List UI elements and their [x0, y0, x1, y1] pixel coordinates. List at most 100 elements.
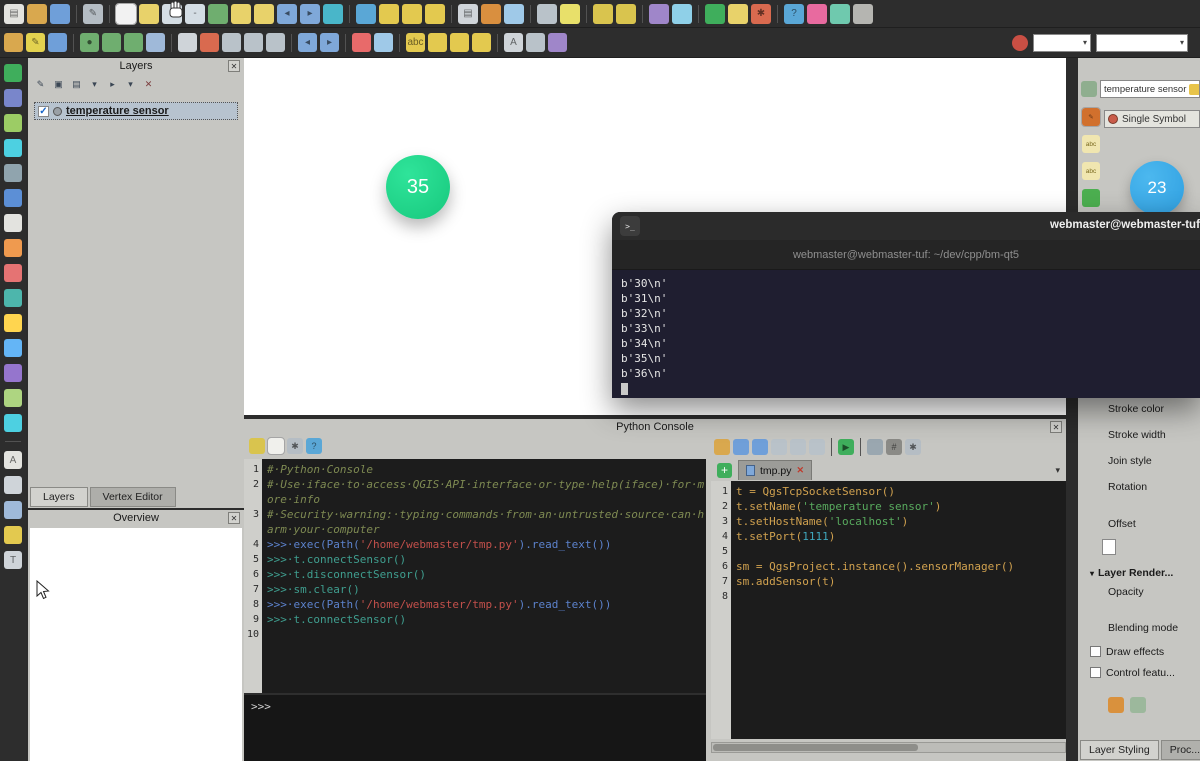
project-new-icon[interactable]: ▤ [4, 4, 24, 24]
units-combo[interactable]: ▾ [1096, 34, 1188, 52]
field-calculator-icon[interactable] [481, 4, 501, 24]
tab-layers[interactable]: Layers [30, 487, 88, 507]
help-contents-icon[interactable]: ? [784, 4, 804, 24]
project-open-icon[interactable] [27, 4, 47, 24]
zoom-full-icon[interactable] [208, 4, 228, 24]
rotate-label-icon[interactable] [450, 33, 469, 52]
python-console-close-button[interactable]: ✕ [1050, 421, 1062, 433]
remove-layer-icon[interactable]: ✕ [142, 78, 155, 91]
zoom-last-icon[interactable]: ◂ [277, 4, 297, 24]
digitize-point-icon[interactable]: ● [80, 33, 99, 52]
undo-icon[interactable]: ◂ [298, 33, 317, 52]
overview-map[interactable] [30, 528, 242, 761]
editor-tab-tmp-py[interactable]: tmp.py ✕ [738, 460, 812, 480]
copy-features-icon[interactable] [244, 33, 263, 52]
form-annotation-icon[interactable]: T [4, 551, 22, 569]
identify-features-icon[interactable] [356, 4, 376, 24]
open-script-icon[interactable] [714, 439, 730, 455]
filter-legend-icon[interactable]: ▾ [88, 78, 101, 91]
polygon-annotation-icon[interactable] [4, 501, 22, 519]
toggle-editing-icon[interactable]: ✎ [26, 33, 45, 52]
manage-map-themes-icon[interactable]: ▤ [70, 78, 83, 91]
plugins-icon[interactable] [830, 4, 850, 24]
redo-icon[interactable]: ▸ [320, 33, 339, 52]
labels-icon[interactable]: abc [1082, 135, 1100, 153]
paste-features-icon[interactable] [266, 33, 285, 52]
add-spatialite-layer-icon[interactable] [4, 214, 22, 232]
symbology-icon[interactable]: ✎ [1082, 108, 1100, 126]
offset-input[interactable] [1102, 539, 1116, 555]
terminal-titlebar[interactable]: >_ webmaster@webmaster-tuf [612, 212, 1200, 240]
measure-line-icon[interactable] [537, 4, 557, 24]
tab-proc[interactable]: Proc... [1161, 740, 1200, 760]
settings-icon[interactable] [853, 4, 873, 24]
show-bookmarks-icon[interactable] [616, 4, 636, 24]
tab-vertex-editor[interactable]: Vertex Editor [90, 487, 176, 507]
layer-visibility-checkbox[interactable]: ✓ [38, 106, 49, 117]
editor-code[interactable]: 1t = QgsTcpSocketSensor()2t.setName('tem… [711, 481, 1066, 739]
add-group-icon[interactable]: ▣ [52, 78, 65, 91]
checkbox-control-featu[interactable]: Control featu... [1078, 662, 1200, 683]
zoom-out-icon[interactable]: - [185, 4, 205, 24]
project-save-icon[interactable] [50, 4, 70, 24]
layer-rendering-header[interactable]: ▾ Layer Render... [1078, 567, 1200, 579]
styling-filter-icon[interactable] [1081, 81, 1097, 97]
temporal-controller-icon[interactable] [649, 4, 669, 24]
vertex-tool-icon[interactable] [146, 33, 165, 52]
add-wms-layer-icon[interactable] [4, 289, 22, 307]
add-arcgis-layer-icon[interactable] [4, 364, 22, 382]
zoom-to-selection-icon[interactable] [231, 4, 251, 24]
add-wfs-layer-icon[interactable] [4, 339, 22, 357]
copy-icon[interactable] [790, 439, 806, 455]
symbol-type-dropdown[interactable]: Single Symbol [1104, 110, 1200, 128]
terminal-tab[interactable]: webmaster@webmaster-tuf: ~/dev/cpp/bm-qt… [612, 240, 1200, 270]
run-script-icon[interactable]: ▶ [838, 439, 854, 455]
measure-angle-icon[interactable] [526, 33, 545, 52]
terminal-content[interactable]: b'30\n'b'31\n'b'32\n'b'33\n'b'34\n'b'35\… [612, 270, 1200, 398]
open-layer-styling-icon[interactable]: ✎ [34, 78, 47, 91]
object-inspector-icon[interactable]: # [886, 439, 902, 455]
new-geopackage-layer-icon[interactable] [4, 389, 22, 407]
move-annotation-icon[interactable] [4, 476, 22, 494]
annotation-toolbar-icon[interactable]: A [504, 33, 523, 52]
add-mesh-layer-icon[interactable] [4, 139, 22, 157]
pan-to-selection-icon[interactable] [139, 4, 159, 24]
open-attribute-table-icon[interactable]: ▤ [458, 4, 478, 24]
apply-style-button[interactable] [1130, 697, 1146, 713]
console-output[interactable]: 1#·Python·Console2#·Use·iface·to·access·… [244, 459, 706, 693]
help-icon[interactable]: ? [306, 438, 322, 454]
select-features-icon[interactable] [379, 4, 399, 24]
style-manager-icon[interactable]: ✎ [83, 4, 103, 24]
editor-hscrollbar[interactable] [711, 742, 1066, 753]
refresh-map-icon[interactable] [323, 4, 343, 24]
select-by-expression-icon[interactable] [402, 4, 422, 24]
layer-item-temperature-sensor[interactable]: ✓ temperature sensor [34, 102, 238, 120]
processing-toolbox-icon[interactable]: ✱ [751, 4, 771, 24]
expand-all-icon[interactable]: ▸ [106, 78, 119, 91]
show-editor-icon[interactable] [268, 438, 284, 454]
save-as-icon[interactable] [752, 439, 768, 455]
new-map-view-icon[interactable] [672, 4, 692, 24]
editor-options-icon[interactable]: ✱ [905, 439, 921, 455]
move-label-icon[interactable] [428, 33, 447, 52]
tab-list-dropdown-icon[interactable]: ▾ [1055, 465, 1066, 476]
scrollbar-thumb[interactable] [713, 744, 918, 751]
add-delimited-text-icon[interactable] [4, 164, 22, 182]
overview-panel-close-button[interactable]: ✕ [228, 512, 240, 524]
data-source-manager-icon[interactable] [705, 4, 725, 24]
clear-console-icon[interactable] [249, 438, 265, 454]
map-tips-icon[interactable] [560, 4, 580, 24]
data-source-manager-icon[interactable] [4, 64, 22, 82]
statistical-summary-icon[interactable] [504, 4, 524, 24]
digitize-line-icon[interactable] [102, 33, 121, 52]
terminal-menu-button[interactable]: >_ [620, 216, 640, 236]
add-mssql-layer-icon[interactable] [4, 239, 22, 257]
add-vector-layer-icon[interactable] [4, 89, 22, 107]
font-size-combo[interactable]: ▾ [1033, 34, 1091, 52]
zoom-in-icon[interactable]: + [162, 4, 182, 24]
add-raster-layer-icon[interactable] [4, 114, 22, 132]
deselect-features-icon[interactable] [425, 4, 445, 24]
locator-search-icon[interactable] [807, 4, 827, 24]
checkbox-box[interactable] [1090, 667, 1101, 678]
processing-history-icon[interactable] [548, 33, 567, 52]
